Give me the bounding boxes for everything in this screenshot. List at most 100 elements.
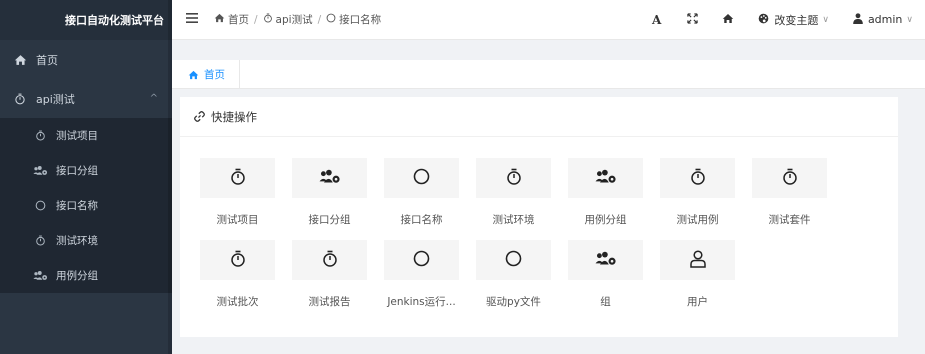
users-cog-icon	[32, 165, 48, 177]
tile-label: 用户	[687, 296, 708, 308]
chevron-up-icon: ^	[149, 93, 158, 104]
sidebar-item-api-test[interactable]: api测试 ^	[0, 79, 172, 118]
tile-icon-box	[200, 158, 275, 198]
tile-label: 测试环境	[492, 214, 535, 226]
sidebar-item-case-group[interactable]: 用例分组	[0, 258, 172, 293]
circle-icon	[413, 168, 430, 188]
user-icon	[689, 249, 706, 271]
header-actions: A 改变主题 ∨ admin ∨	[638, 0, 925, 39]
tab-home[interactable]: 首页	[178, 60, 240, 89]
app-title: 接口自动化测试平台	[65, 14, 164, 27]
breadcrumb-separator: /	[254, 13, 258, 26]
tile-case-group[interactable]: 用例分组	[568, 158, 643, 242]
sidebar-item-home[interactable]: 首页	[0, 40, 172, 79]
user-icon	[853, 12, 863, 27]
tile-label: 驱动py文件	[486, 296, 541, 308]
palette-icon	[758, 13, 769, 27]
top-header: 首页 / api测试 / 接口名称 A 改变主题 ∨ admin ∨	[172, 0, 925, 40]
tile-test-suite[interactable]: 测试套件	[752, 158, 827, 242]
circle-icon	[326, 13, 336, 26]
tile-interface-group[interactable]: 接口分组	[292, 158, 367, 242]
tile-label: 测试批次	[216, 296, 259, 308]
breadcrumb-label: 首页	[228, 14, 249, 26]
tile-icon-box	[568, 240, 643, 280]
link-icon	[194, 111, 205, 122]
tile-icon-box	[752, 158, 827, 198]
user-name: admin	[867, 13, 903, 26]
tile-icon-box	[660, 240, 735, 280]
tile-label: 测试套件	[768, 214, 811, 226]
users-cog-icon	[595, 169, 617, 188]
tile-icon-box	[384, 240, 459, 280]
menu-toggle-icon[interactable]	[186, 12, 204, 27]
user-menu-dropdown[interactable]: admin ∨	[841, 0, 925, 39]
tile-label: 用例分组	[584, 214, 627, 226]
tile-test-project[interactable]: 测试项目	[200, 158, 275, 242]
stopwatch-icon	[263, 13, 273, 26]
tab-bar: 首页	[172, 60, 925, 89]
circle-icon	[32, 200, 48, 211]
sidebar-item-label: 测试环境	[56, 235, 98, 247]
chevron-down-icon: ∨	[906, 14, 913, 25]
tile-test-batch[interactable]: 测试批次	[200, 240, 275, 324]
quick-actions-panel: 快捷操作 测试项目 接口分组 接口名称 测试环境 用例分组 测试用例 测试套件 …	[180, 97, 898, 337]
stopwatch-icon	[690, 168, 706, 188]
tile-icon-box	[568, 158, 643, 198]
circle-icon	[413, 250, 430, 270]
sidebar-item-interface-name[interactable]: 接口名称	[0, 188, 172, 223]
circle-icon	[505, 250, 522, 270]
chevron-down-icon: ∨	[822, 14, 829, 25]
fullscreen-icon	[687, 12, 699, 27]
stopwatch-icon	[230, 250, 246, 270]
users-cog-icon	[595, 251, 617, 270]
breadcrumb-separator: /	[317, 13, 322, 26]
breadcrumb: 首页 / api测试 / 接口名称	[214, 12, 381, 27]
tile-icon-box	[200, 240, 275, 280]
stopwatch-icon	[782, 168, 798, 188]
tile-user[interactable]: 用户	[660, 240, 735, 324]
tile-icon-box	[384, 158, 459, 198]
users-cog-icon	[319, 169, 341, 188]
stopwatch-icon	[12, 93, 28, 105]
home-icon	[214, 13, 225, 26]
tile-label: 组	[600, 296, 611, 308]
tile-interface-name[interactable]: 接口名称	[384, 158, 459, 242]
theme-switch-dropdown[interactable]: 改变主题 ∨	[746, 0, 841, 39]
tile-driver-py-file[interactable]: 驱动py文件	[476, 240, 551, 324]
breadcrumb-home[interactable]: 首页	[214, 12, 249, 27]
home-button[interactable]	[710, 0, 746, 39]
tile-icon-box	[292, 158, 367, 198]
app-logo[interactable]: 接口自动化测试平台	[0, 0, 172, 40]
stopwatch-icon	[32, 235, 48, 246]
tab-label: 首页	[204, 69, 225, 81]
tile-label: 接口分组	[308, 214, 351, 226]
tile-icon-box	[476, 158, 551, 198]
tile-label: 测试用例	[676, 214, 719, 226]
tile-label: 测试项目	[216, 214, 259, 226]
header-gap	[172, 40, 925, 60]
tile-test-report[interactable]: 测试报告	[292, 240, 367, 324]
users-cog-icon	[32, 270, 48, 282]
fullscreen-button[interactable]	[675, 0, 710, 39]
tile-label: Jenkins运行...	[387, 296, 456, 308]
tile-icon-box	[660, 158, 735, 198]
sidebar-item-label: 接口名称	[56, 200, 98, 212]
tile-label: 测试报告	[308, 296, 351, 308]
sidebar-item-interface-group[interactable]: 接口分组	[0, 153, 172, 188]
tile-jenkins-run[interactable]: Jenkins运行...	[384, 240, 459, 324]
tile-label: 接口名称	[400, 214, 443, 226]
tile-test-case[interactable]: 测试用例	[660, 158, 735, 242]
tile-test-env[interactable]: 测试环境	[476, 158, 551, 242]
sidebar-item-test-project[interactable]: 测试项目	[0, 118, 172, 153]
content-bottom-padding	[172, 337, 925, 354]
theme-label: 改变主题	[774, 13, 819, 27]
stopwatch-icon	[32, 130, 48, 141]
stopwatch-icon	[506, 168, 522, 188]
breadcrumb-api-test[interactable]: api测试	[263, 12, 313, 27]
tile-group[interactable]: 组	[568, 240, 643, 324]
font-size-button[interactable]: A	[638, 0, 675, 39]
sidebar-item-test-env[interactable]: 测试环境	[0, 223, 172, 258]
home-icon	[12, 54, 28, 66]
sidebar-item-label: api测试	[36, 92, 75, 106]
sidebar: 接口自动化测试平台 首页 api测试 ^ 测试项目 接口分组 接口名称 测试环境…	[0, 0, 172, 354]
